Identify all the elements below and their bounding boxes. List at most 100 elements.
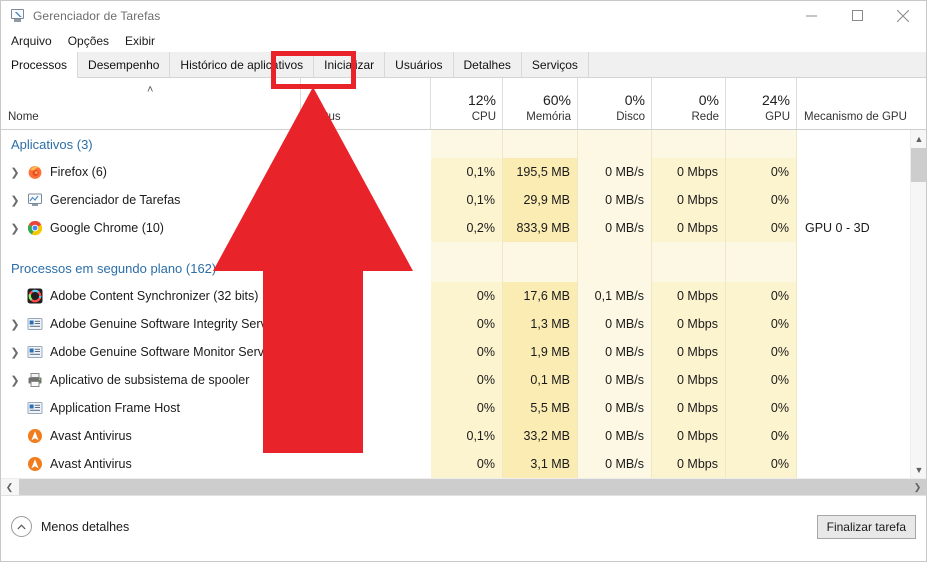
scroll-right-icon[interactable]: ❯ [909,479,926,496]
column-header-disco[interactable]: 0% Disco [578,78,652,130]
menu-item-exibir[interactable]: Exibir [117,32,163,50]
cell-memory: 29,9 MB [503,186,578,214]
cell-gpu: 0% [726,310,797,338]
scroll-up-icon[interactable]: ▲ [911,130,927,147]
tab-servicos[interactable]: Serviços [521,52,589,77]
cell-empty [578,254,652,282]
tab-inicializar[interactable]: Inicializar [314,52,386,77]
process-name-cell: Application Frame Host [1,394,431,422]
cell-memory: 5,5 MB [503,394,578,422]
column-header-nome[interactable]: Nome [1,78,301,130]
cell-memory: 195,5 MB [503,158,578,186]
expand-chevron-icon[interactable]: ❯ [7,194,23,207]
cell-cpu: 0% [431,394,503,422]
cell-cpu: 0% [431,366,503,394]
table-row[interactable]: ❯ Adobe Genuine Software Integrity Servic… [1,310,912,338]
table-row[interactable]: Application Frame Host 0% 5,5 MB 0 MB/s 0 Mb… [1,394,912,422]
vertical-scroll-thumb[interactable] [911,148,927,182]
menu-bar: Arquivo Opções Exibir [1,30,926,52]
process-name-label: Adobe Genuine Software Monitor Servic [50,345,274,359]
service-icon [27,316,43,332]
cell-gpu: 0% [726,366,797,394]
column-header-mecanismo-de-gpu[interactable]: Mecanismo de GPU [797,78,912,130]
tab-historico-de-aplicativos[interactable]: Histórico de aplicativos [170,52,315,77]
table-row[interactable]: ❯ Firefox (6) 0,1% 195,5 MB 0 MB/s 0 Mbps 0% [1,158,912,186]
table-row[interactable]: Avast Antivirus 0% 3,1 MB 0 MB/s 0 Mbps 0% [1,450,912,478]
process-name-label: Aplicativo de subsistema de spooler [50,373,250,387]
cell-network: 0 Mbps [652,450,726,478]
window-title: Gerenciador de Tarefas [33,8,161,23]
cell-disk: 0 MB/s [578,450,652,478]
minimize-button[interactable] [788,1,834,30]
cell-disk: 0 MB/s [578,214,652,242]
less-details-label: Menos detalhes [41,519,130,534]
column-header-status[interactable]: Status [301,78,431,130]
printer-icon [27,372,43,388]
cell-disk: 0 MB/s [578,310,652,338]
chevron-up-icon [11,516,32,537]
process-name-label: Firefox (6) [50,165,107,179]
tab-desempenho[interactable]: Desempenho [78,52,171,77]
process-name-cell: ❯ Gerenciador de Tarefas [1,186,431,214]
cell-gpu: 0% [726,282,797,310]
cell-gpu-engine [797,186,912,214]
close-button[interactable] [880,1,926,30]
adobe-icon [27,288,43,304]
menu-item-opcoes[interactable]: Opções [60,32,117,50]
table-row[interactable]: ❯ Gerenciador de Tarefas 0,1% 29,9 MB 0 MB/s… [1,186,912,214]
tab-usuarios[interactable]: Usuários [385,52,454,77]
cell-gpu-engine: GPU 0 - 3D [797,214,912,242]
maximize-button[interactable] [834,1,880,30]
status-bar: Menos detalhes Finalizar tarefa [1,495,926,561]
group-header-row[interactable]: Aplicativos (3) [1,130,912,158]
cell-memory: 33,2 MB [503,422,578,450]
vertical-scrollbar[interactable]: ▲ ▼ [910,130,927,478]
horizontal-scroll-thumb[interactable] [19,479,927,496]
title-bar: Gerenciador de Tarefas [1,1,926,30]
cell-memory: 1,3 MB [503,310,578,338]
table-row[interactable]: Avast Antivirus 0,1% 33,2 MB 0 MB/s 0 Mbps 0% [1,422,912,450]
column-header-gpu[interactable]: 24% GPU [726,78,797,130]
cell-gpu-engine [797,394,912,422]
cell-empty [797,254,912,282]
cell-disk: 0 MB/s [578,422,652,450]
menu-item-arquivo[interactable]: Arquivo [3,32,60,50]
cell-gpu: 0% [726,158,797,186]
table-row[interactable]: ❯ Google Chrome (10) 0,2% 833,9 MB 0 MB/s 0 M… [1,214,912,242]
cell-empty [503,130,578,158]
table-row[interactable]: ❯ Aplicativo de subsistema de spooler 0% 0,… [1,366,912,394]
column-header-cpu[interactable]: 12% CPU [431,78,503,130]
expand-chevron-icon[interactable]: ❯ [7,374,23,387]
group-header-row[interactable]: Processos em segundo plano (162) [1,254,912,282]
cell-network: 0 Mbps [652,310,726,338]
end-task-button[interactable]: Finalizar tarefa [816,515,916,539]
column-header-rede[interactable]: 0% Rede [652,78,726,130]
service-icon [27,344,43,360]
tab-processos[interactable]: Processos [1,52,79,78]
process-name-cell: ❯ Aplicativo de subsistema de spooler [1,366,431,394]
scroll-left-icon[interactable]: ❮ [1,479,18,496]
cell-memory: 833,9 MB [503,214,578,242]
cell-empty [726,242,797,254]
task-manager-icon [9,8,26,24]
process-name-label: Avast Antivirus [50,429,132,443]
cell-cpu: 0,2% [431,214,503,242]
scroll-down-icon[interactable]: ▼ [911,461,927,478]
chrome-icon [27,220,43,236]
process-name-cell: ❯ Adobe Genuine Software Integrity Servic [1,310,431,338]
expand-chevron-icon[interactable]: ❯ [7,318,23,331]
task-manager-window: Gerenciador de Tarefas Arquivo Opções Ex… [0,0,927,562]
table-row[interactable]: Adobe Content Synchronizer (32 bits) 0% 17… [1,282,912,310]
cell-gpu: 0% [726,214,797,242]
expand-chevron-icon[interactable]: ❯ [7,222,23,235]
tab-detalhes[interactable]: Detalhes [453,52,522,77]
cell-disk: 0,1 MB/s [578,282,652,310]
table-row[interactable]: ❯ Adobe Genuine Software Monitor Servic 0%… [1,338,912,366]
expand-chevron-icon[interactable]: ❯ [7,166,23,179]
horizontal-scrollbar[interactable]: ❮ ❯ [1,478,927,496]
column-header-memoria[interactable]: 60% Memória [503,78,578,130]
expand-chevron-icon[interactable]: ❯ [7,346,23,359]
less-details-button[interactable]: Menos detalhes [11,516,129,537]
avast-icon [27,428,43,444]
cell-empty [503,254,578,282]
